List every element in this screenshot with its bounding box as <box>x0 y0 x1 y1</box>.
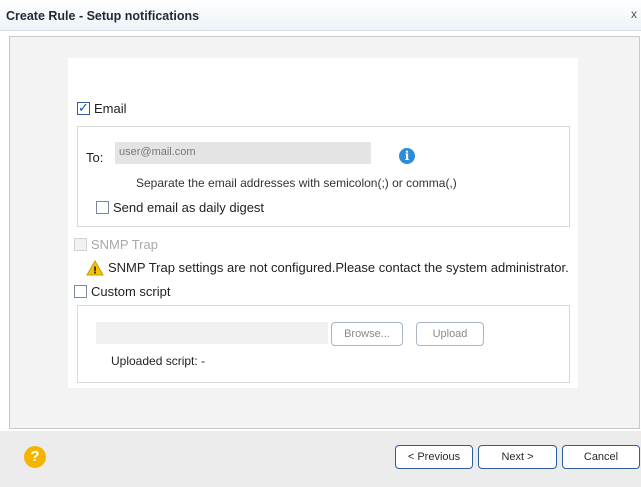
warning-glyph: ! <box>93 266 98 277</box>
previous-button[interactable]: < Previous <box>395 445 473 469</box>
snmp-label: SNMP Trap <box>91 237 158 252</box>
email-to-input[interactable]: user@mail.com <box>115 142 371 164</box>
uploaded-script-text: Uploaded script: - <box>111 354 206 368</box>
close-icon[interactable]: x <box>631 7 641 23</box>
custom-script-box <box>77 305 570 383</box>
next-button[interactable]: Next > <box>478 445 557 469</box>
script-path-field <box>96 322 328 344</box>
to-label: To: <box>86 150 104 165</box>
help-icon[interactable]: ? <box>24 446 46 468</box>
custom-script-label[interactable]: Custom script <box>91 284 170 299</box>
warning-icon: ! <box>86 260 104 276</box>
notification-panel: Email To: user@mail.com i Separate the e… <box>68 58 578 388</box>
email-hint-text: Separate the email addresses with semico… <box>136 176 457 190</box>
snmp-checkbox <box>74 238 87 251</box>
daily-digest-checkbox[interactable] <box>96 201 109 214</box>
custom-script-checkbox[interactable] <box>74 285 87 298</box>
email-label[interactable]: Email <box>94 101 127 116</box>
upload-button[interactable]: Upload <box>416 322 484 346</box>
cancel-button[interactable]: Cancel <box>562 445 640 469</box>
browse-button[interactable]: Browse... <box>331 322 403 346</box>
dialog-titlebar: Create Rule - Setup notifications x <box>0 0 641 31</box>
info-icon[interactable]: i <box>399 148 415 164</box>
daily-digest-label[interactable]: Send email as daily digest <box>113 200 264 215</box>
snmp-warning-text: SNMP Trap settings are not configured.Pl… <box>108 260 569 275</box>
dialog-title: Create Rule - Setup notifications <box>6 9 200 23</box>
email-checkbox[interactable] <box>77 100 90 116</box>
